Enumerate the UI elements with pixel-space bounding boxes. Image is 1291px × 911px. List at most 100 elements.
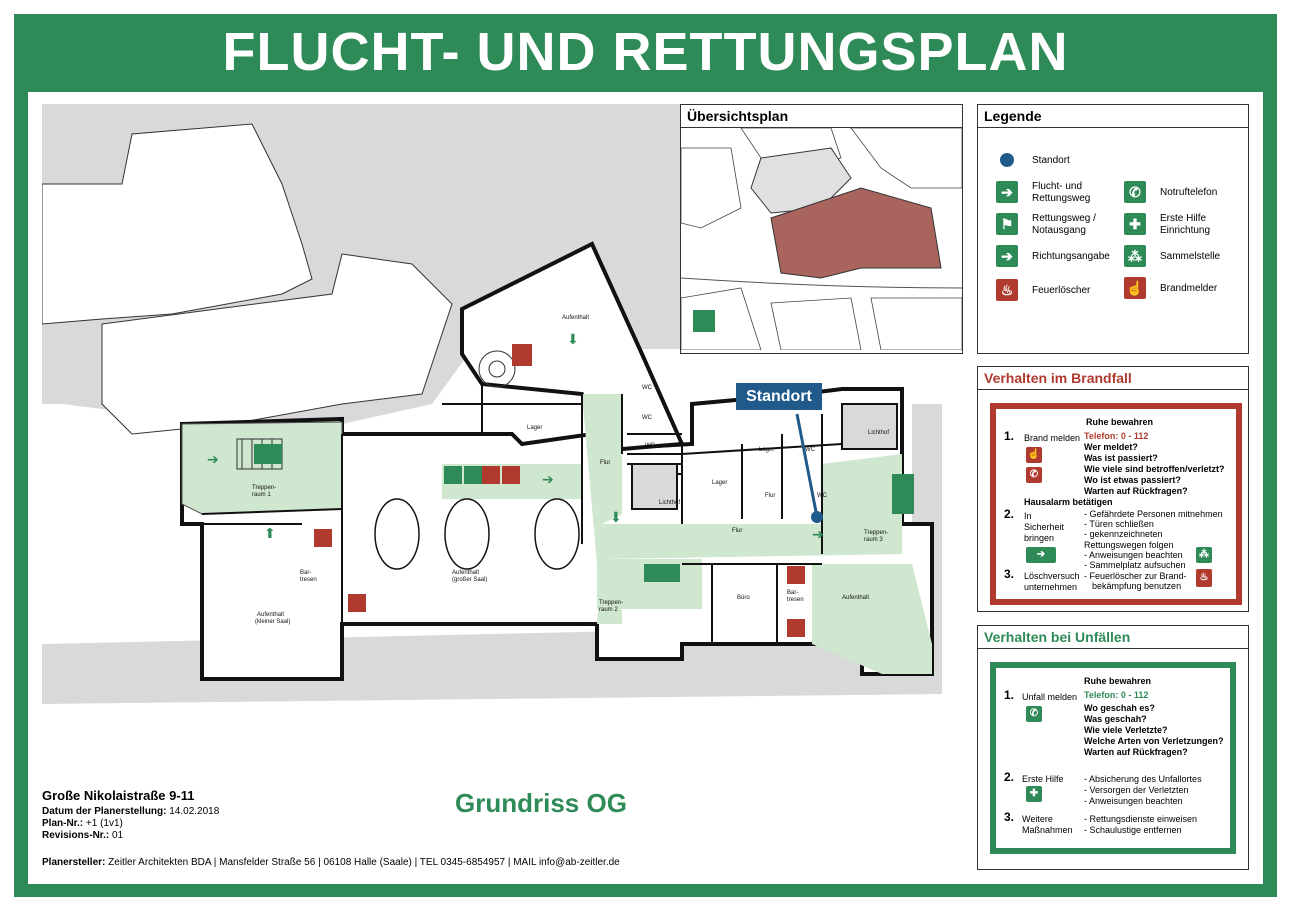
legend-label: Flucht- und Rettungsweg <box>1032 181 1091 204</box>
direction-arrow-icon: ➔ <box>996 245 1018 267</box>
step1-line: Welche Arten von Verletzungen? <box>1084 736 1224 746</box>
brandfall-panel: Ruhe bewahren 1. Brand melden ☝ ✆ Telefo… <box>990 403 1242 605</box>
legend-label: Sammelstelle <box>1160 251 1221 262</box>
room-label: Aufenthalt <box>257 612 284 618</box>
room-label: WC <box>642 385 653 391</box>
legend-label: Erste Hilfe Einrichtung <box>1160 213 1211 236</box>
room-label: Flur <box>765 493 775 499</box>
overview-title: Übersichtsplan <box>681 105 962 128</box>
room-label: Lager <box>527 425 542 431</box>
overview-map <box>680 127 963 351</box>
room-label: Bar- <box>300 570 311 576</box>
svg-text:➔: ➔ <box>812 527 824 543</box>
planersteller-label: Planersteller: <box>42 857 106 868</box>
step1-tel: Telefon: 0 - 112 <box>1084 690 1149 700</box>
legend-label: Brandmelder <box>1160 283 1218 294</box>
grundriss-label: Grundriss OG <box>455 788 627 818</box>
room-label: (großer Saal) <box>452 577 487 583</box>
svg-text:➔: ➔ <box>542 472 554 488</box>
unfaelle-panel: Ruhe bewahren 1. Unfall melden ✆ Telefon… <box>990 662 1236 854</box>
room-label: Lichthof <box>659 500 680 506</box>
room-label: Flur <box>600 460 610 466</box>
plan-nr: +1 (1v1) <box>85 818 123 829</box>
legend-label: Notruftelefon <box>1160 187 1218 198</box>
step2-line: - Sammelplatz aufsuchen <box>1084 560 1186 570</box>
standort-marker <box>811 511 823 523</box>
step3-label: Löschversuch unternehmen <box>1024 571 1080 592</box>
ruhe-bewahren: Ruhe bewahren <box>1084 676 1152 686</box>
step1-tel: Telefon: 0 - 112 <box>1084 431 1149 441</box>
step1-line: Was geschah? <box>1084 714 1147 724</box>
room-label: tresen <box>787 597 804 603</box>
brandfall-box: Verhalten im Brandfall Ruhe bewahren 1. … <box>977 366 1249 612</box>
room-label: Flur <box>732 528 742 534</box>
emergency-exit-icon: ⚑ <box>996 213 1018 235</box>
legend-title: Legende <box>978 105 1248 128</box>
room-label: Lager <box>759 447 774 453</box>
room-label: Aufenthalt <box>562 315 589 321</box>
fire-alarm-icon: ☝ <box>1026 447 1042 463</box>
planersteller: Zeitler Architekten BDA | Mansfelder Str… <box>108 857 620 868</box>
room-label: raum 2 <box>599 607 618 613</box>
step1-line: Warten auf Rückfragen? <box>1084 486 1188 496</box>
assembly-point-icon <box>693 310 715 332</box>
escape-arrow-icon: ➔ <box>1026 547 1056 563</box>
datum-label: Datum der Planerstellung: <box>42 806 167 817</box>
room-label: raum 3 <box>864 537 883 543</box>
step1-line: Wie viele Verletzte? <box>1084 725 1168 735</box>
ruhe-bewahren: Ruhe bewahren <box>1086 417 1154 427</box>
room-label: tresen <box>300 577 317 583</box>
room-label: Lager <box>712 480 727 486</box>
step2-line: - Absicherung des Unfallortes <box>1084 774 1202 784</box>
room-label: WC <box>805 447 816 453</box>
svg-text:⬇: ⬇ <box>567 332 579 348</box>
step2-line: - Anweisungen beachten <box>1084 796 1183 806</box>
address: Große Nikolaistraße 9-11 <box>42 788 195 803</box>
room-label: WC <box>642 415 653 421</box>
fire-alarm-icon: ☝ <box>1124 277 1146 299</box>
legend-label: Standort <box>1032 155 1070 166</box>
first-aid-icon: ✚ <box>1026 786 1042 802</box>
legend-label: Richtungsangabe <box>1032 251 1110 262</box>
step3-label: Weitere Maßnahmen <box>1022 814 1073 835</box>
room-label: Treppen- <box>252 485 276 491</box>
room-label: Treppen- <box>599 600 623 606</box>
emergency-phone-icon: ✆ <box>1124 181 1146 203</box>
plan-label: Plan-Nr.: <box>42 818 84 829</box>
step2-label: In Sicherheit bringen <box>1024 511 1065 543</box>
assembly-point-icon: ⁂ <box>1124 245 1146 267</box>
step1-line: Was ist passiert? <box>1084 453 1158 463</box>
step1-line: Wo ist etwas passiert? <box>1084 475 1181 485</box>
rev-nr: 01 <box>112 830 124 841</box>
room-label: Lichthof <box>868 430 889 436</box>
emergency-phone-icon: ✆ <box>1026 467 1042 483</box>
hausalarm: Hausalarm betätigen <box>1024 497 1113 507</box>
emergency-phone-icon: ✆ <box>1026 706 1042 722</box>
legend-box: Legende Standort ➔ Flucht- und Rettungsw… <box>977 104 1249 354</box>
step1-line: Wie viele sind betroffen/verletzt? <box>1084 464 1225 474</box>
svg-text:⬆: ⬆ <box>264 526 276 542</box>
room-label: raum 1 <box>252 492 271 498</box>
fire-extinguisher-icon: ♨ <box>1196 569 1212 587</box>
svg-text:➔: ➔ <box>207 452 219 468</box>
legend-label: Rettungsweg / Notausgang <box>1032 213 1096 236</box>
room-label: Bar- <box>787 590 798 596</box>
step1-label: Brand melden <box>1024 433 1081 443</box>
datum: 14.02.2018 <box>169 806 220 817</box>
step1-line: Wo geschah es? <box>1084 703 1155 713</box>
first-aid-icon: ✚ <box>1124 213 1146 235</box>
step3-line: - Rettungsdienste einweisen <box>1084 814 1198 824</box>
step1-label: Unfall melden <box>1022 692 1078 702</box>
step3-line: bekämpfung benutzen <box>1092 581 1182 591</box>
legend-label: Feuerlöscher <box>1032 285 1091 296</box>
step2-line: - Versorgen der Verletzten <box>1084 785 1189 795</box>
room-label: Aufenthalt <box>452 570 479 576</box>
unfaelle-title: Verhalten bei Unfällen <box>978 626 1248 649</box>
unfaelle-box: Verhalten bei Unfällen Ruhe bewahren 1. … <box>977 625 1249 870</box>
escape-arrow-icon: ➔ <box>996 181 1018 203</box>
standort-callout: Standort <box>736 383 822 410</box>
brandfall-title: Verhalten im Brandfall <box>978 367 1248 390</box>
step2-label: Erste Hilfe <box>1022 774 1064 784</box>
room-label: Aufenthalt <box>842 595 869 601</box>
location-dot-icon <box>1000 153 1014 167</box>
